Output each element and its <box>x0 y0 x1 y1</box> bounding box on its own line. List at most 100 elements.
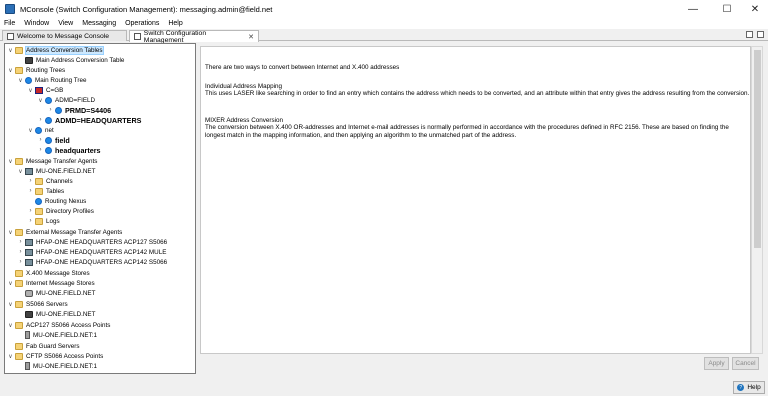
tree-node-main-address-conversion-table[interactable]: Main Address Conversion Table <box>17 55 124 65</box>
tree-node-s5066-mu-one[interactable]: MU-ONE.FIELD.NET <box>17 309 95 319</box>
tree-node-hfap-acp142-s5066[interactable]: › HFAP-ONE HEADQUARTERS ACP142 S5066 <box>17 257 167 267</box>
expand-toggle-icon[interactable]: › <box>37 137 44 143</box>
expand-toggle-icon[interactable]: ∨ <box>7 47 14 54</box>
tree-node-logs[interactable]: › Logs <box>27 216 60 226</box>
tree-node-label: field <box>55 135 70 145</box>
tree-node-label: net <box>45 126 54 134</box>
expand-toggle-icon[interactable]: › <box>27 188 34 194</box>
folder-icon <box>15 46 23 54</box>
menu-bar: File Window View Messaging Operations He… <box>0 18 768 29</box>
expand-toggle-icon[interactable]: ∨ <box>17 77 24 84</box>
tab-label: Welcome to Message Console <box>17 32 110 40</box>
tree-node-prmd-s4406[interactable]: › PRMD=S4406 <box>47 105 112 115</box>
folder-icon <box>35 187 43 195</box>
close-window-button[interactable]: ✕ <box>740 0 768 18</box>
tree-node-x400-message-stores[interactable]: X.400 Message Stores <box>7 268 90 278</box>
expand-toggle-icon[interactable]: ∨ <box>7 229 14 236</box>
menu-operations[interactable]: Operations <box>125 20 159 27</box>
expand-toggle-icon[interactable]: › <box>17 239 24 245</box>
expand-toggle-icon[interactable]: › <box>17 259 24 265</box>
tree-node-acp127-mu-one-1[interactable]: MU-ONE.FIELD.NET:1 <box>17 330 97 340</box>
tree-node-fab-guard-servers[interactable]: Fab Guard Servers <box>7 341 80 351</box>
expand-toggle-icon[interactable]: ∨ <box>27 127 34 134</box>
tab-welcome[interactable]: Welcome to Message Console <box>2 30 127 41</box>
title-bar: MConsole (Switch Configuration Managemen… <box>0 0 768 18</box>
tree-node-field[interactable]: › field <box>37 135 70 145</box>
tree-node-internet-message-stores[interactable]: ∨ Internet Message Stores <box>7 278 95 288</box>
tree-node-tables[interactable]: › Tables <box>27 186 64 196</box>
globe-icon <box>55 106 62 114</box>
help-button[interactable]: ? Help <box>733 381 765 394</box>
apply-button[interactable]: Apply <box>704 357 729 370</box>
tree-node-cftp-mu-one-1[interactable]: MU-ONE.FIELD.NET:1 <box>17 361 97 371</box>
expand-toggle-icon[interactable]: › <box>47 107 54 113</box>
menu-file[interactable]: File <box>4 20 15 27</box>
tree-node-label: MU-ONE.FIELD.NET:1 <box>33 331 98 339</box>
tree-node-external-mtas[interactable]: ∨ External Message Transfer Agents <box>7 227 122 237</box>
tree-node-net[interactable]: ∨ net <box>27 125 54 135</box>
expand-toggle-icon[interactable]: › <box>27 208 34 214</box>
tab-label: Switch Configuration Management <box>143 29 207 44</box>
table-icon <box>25 56 33 64</box>
tree-node-main-routing-tree[interactable]: ∨ Main Routing Tree <box>17 75 86 85</box>
tree-node-acp127-access-points[interactable]: ∨ ACP127 S5066 Access Points <box>7 320 110 330</box>
navigation-tree[interactable]: ∨ Address Conversion Tables Main Address … <box>4 43 196 374</box>
tree-node-mu-one-field-net[interactable]: ∨ MU-ONE.FIELD.NET <box>17 166 95 176</box>
cancel-button[interactable]: Cancel <box>732 357 759 370</box>
vertical-scrollbar[interactable] <box>751 46 763 354</box>
view-minimize-icon[interactable] <box>746 31 753 38</box>
tree-node-hfap-acp142-mule[interactable]: › HFAP-ONE HEADQUARTERS ACP142 MULE <box>17 247 166 257</box>
expand-toggle-icon[interactable]: ∨ <box>7 67 14 74</box>
expand-toggle-icon[interactable]: ∨ <box>7 301 14 308</box>
globe-icon <box>25 76 32 84</box>
tree-node-address-conversion-tables[interactable]: ∨ Address Conversion Tables <box>7 45 104 55</box>
tree-node-cftp-access-points[interactable]: ∨ CFTP S5066 Access Points <box>7 351 103 361</box>
menu-view[interactable]: View <box>58 20 73 27</box>
tree-node-label: MU-ONE.FIELD.NET <box>36 289 96 297</box>
access-point-icon <box>25 331 30 339</box>
tree-node-c-gb[interactable]: ∨ C=GB <box>27 85 63 95</box>
expand-toggle-icon[interactable]: › <box>27 218 34 224</box>
tree-node-s5066-servers[interactable]: ∨ S5066 Servers <box>7 299 68 309</box>
expand-toggle-icon[interactable]: › <box>27 178 34 184</box>
tree-node-label: MU-ONE.FIELD.NET:1 <box>33 362 98 370</box>
window-title: MConsole (Switch Configuration Managemen… <box>20 4 273 14</box>
tree-node-admd-headquarters[interactable]: › ADMD=HEADQUARTERS <box>37 115 142 125</box>
globe-icon <box>45 116 52 124</box>
expand-toggle-icon[interactable]: ∨ <box>7 353 14 360</box>
tree-node-message-transfer-agents[interactable]: ∨ Message Transfer Agents <box>7 156 97 166</box>
expand-toggle-icon[interactable]: ∨ <box>7 280 14 287</box>
tree-node-headquarters[interactable]: › headquarters <box>37 145 101 155</box>
tree-node-routing-nexus[interactable]: Routing Nexus <box>27 196 86 206</box>
scrollbar-thumb[interactable] <box>754 50 761 248</box>
tree-node-label: Fab Guard Servers <box>26 342 80 350</box>
minimize-button[interactable]: — <box>678 0 708 18</box>
tree-node-hfap-acp127-s5066[interactable]: › HFAP-ONE HEADQUARTERS ACP127 S5066 <box>17 237 167 247</box>
tree-node-label: ADMD=HEADQUARTERS <box>55 115 142 125</box>
tab-switch-configuration[interactable]: Switch Configuration Management ✕ <box>129 29 259 44</box>
tree-node-admd-field[interactable]: ∨ ADMD=FIELD <box>37 95 95 105</box>
tree-node-label: HFAP-ONE HEADQUARTERS ACP142 MULE <box>36 248 167 256</box>
expand-toggle-icon[interactable]: ∨ <box>27 87 34 94</box>
menu-messaging[interactable]: Messaging <box>82 20 116 27</box>
folder-icon <box>35 207 43 215</box>
view-maximize-icon[interactable] <box>757 31 764 38</box>
maximize-button[interactable]: ☐ <box>712 0 742 18</box>
expand-toggle-icon[interactable]: › <box>37 147 44 153</box>
view-controls <box>746 31 764 38</box>
tree-node-ims-mu-one[interactable]: MU-ONE.FIELD.NET <box>17 288 95 298</box>
tab-close-icon[interactable]: ✕ <box>248 33 254 41</box>
expand-toggle-icon[interactable]: ∨ <box>7 158 14 165</box>
tree-node-directory-profiles[interactable]: › Directory Profiles <box>27 206 94 216</box>
expand-toggle-icon[interactable]: ∨ <box>37 97 44 104</box>
menu-help[interactable]: Help <box>168 20 182 27</box>
folder-icon <box>15 342 23 350</box>
expand-toggle-icon[interactable]: ∨ <box>7 322 14 329</box>
expand-toggle-icon[interactable]: ∨ <box>17 168 24 175</box>
mta-icon <box>25 248 33 256</box>
expand-toggle-icon[interactable]: › <box>17 249 24 255</box>
tree-node-channels[interactable]: › Channels <box>27 176 73 186</box>
tree-node-routing-trees[interactable]: ∨ Routing Trees <box>7 65 65 75</box>
expand-toggle-icon[interactable]: › <box>37 117 44 123</box>
menu-window[interactable]: Window <box>24 20 49 27</box>
